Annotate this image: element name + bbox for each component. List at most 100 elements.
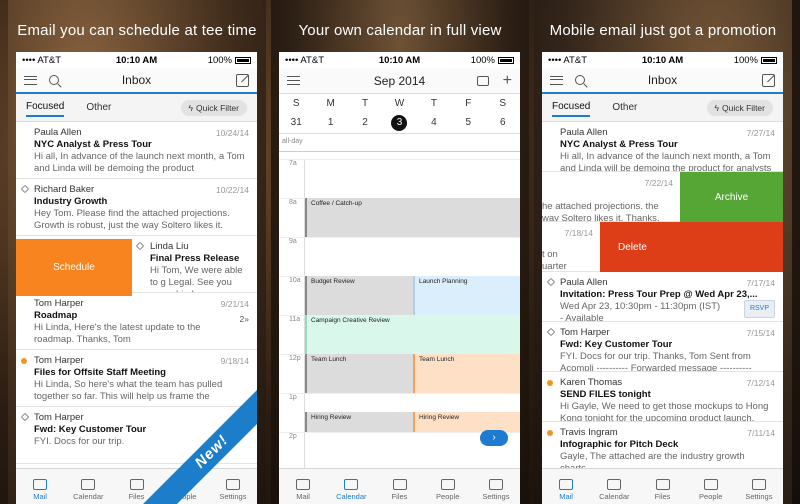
tab-people[interactable]: People — [424, 469, 472, 504]
mail-subject: Final Press Release — [150, 253, 240, 264]
list-item[interactable]: Tom Harper Files for Offsite Staff Meeti… — [16, 350, 257, 407]
mail-preview: Hi all, In advance of the launch next mo… — [560, 151, 772, 172]
tab-other[interactable]: Other — [612, 99, 637, 116]
today-marker: 3 — [391, 114, 408, 131]
tab-mail[interactable]: Mail — [16, 469, 64, 504]
date-cell[interactable]: 4 — [417, 117, 451, 128]
menu-icon[interactable] — [550, 75, 563, 85]
date-cell[interactable]: 2 — [348, 117, 382, 128]
day-grid: 7a 8a 9a 10a 11a 12p 1p 2p Coffee / Catc… — [279, 159, 520, 468]
mail-preview: Hi all, In advance of the launch next mo… — [34, 151, 245, 174]
event-team-lunch[interactable]: Team Lunch — [413, 354, 520, 393]
mail-sender: Karen Thomas — [560, 377, 623, 388]
list-item[interactable]: Tom Harper Roadmap Hi Linda, Here's the … — [16, 293, 257, 350]
tab-files[interactable]: Files — [638, 469, 686, 504]
event-launch-planning[interactable]: Launch Planning — [413, 276, 520, 315]
delete-swipe-action[interactable]: Delete — [600, 222, 783, 272]
clock: 10:10 AM — [641, 54, 684, 66]
tab-people[interactable]: People — [687, 469, 735, 504]
list-item[interactable]: Karen Thomas SEND FILES tonight Hi Gayle… — [542, 372, 783, 422]
mail-date: 7/17/14 — [746, 278, 775, 288]
hour-label: 1p — [279, 393, 520, 401]
bottom-tab-bar: Mail Calendar Files People Settings — [279, 468, 520, 504]
clock: 10:10 AM — [115, 54, 158, 66]
mail-sender: Tom Harper — [560, 327, 610, 338]
next-arrow-button[interactable]: › — [480, 430, 508, 446]
mail-date: 9/18/14 — [220, 356, 249, 366]
tab-other[interactable]: Other — [86, 99, 111, 116]
mail-icon — [296, 479, 311, 490]
week-dates: 31 1 2 3 4 5 6 — [279, 112, 520, 134]
date-cell[interactable]: 31 — [279, 117, 313, 128]
tab-calendar[interactable]: Calendar — [327, 469, 375, 504]
event-coffee[interactable]: Coffee / Catch-up — [305, 198, 520, 237]
search-icon[interactable] — [575, 75, 585, 85]
settings-icon — [488, 479, 503, 490]
weekday-header: S M T W T F S — [279, 94, 520, 112]
tab-mail[interactable]: Mail — [279, 469, 327, 504]
event-team-lunch[interactable]: Team Lunch — [305, 354, 413, 393]
status-bar: •••• AT&T 10:10 AM 100% — [542, 52, 783, 68]
tab-focused[interactable]: Focused — [26, 98, 65, 117]
mail-preview: Hi Gayle, We need to get those mockups t… — [560, 401, 769, 422]
list-item[interactable]: Tom Harper Fwd: Key Customer Tour FYI. D… — [542, 322, 783, 372]
list-item[interactable]: Richard Baker Industry Growth Hey Tom. P… — [16, 179, 257, 236]
compose-icon[interactable] — [236, 73, 249, 87]
unread-dot — [21, 358, 27, 364]
archive-swipe-action[interactable]: Archive — [680, 172, 783, 222]
calendar-icon — [607, 479, 622, 490]
tab-mail[interactable]: Mail — [542, 469, 590, 504]
date-cell[interactable]: 1 — [313, 117, 347, 128]
weekday-label: T — [362, 97, 369, 109]
add-event-icon[interactable]: + — [503, 72, 512, 89]
tab-focused[interactable]: Focused — [552, 98, 591, 117]
list-item[interactable]: Travis Ingram Infographic for Pitch Deck… — [542, 422, 783, 472]
tab-label: Files — [128, 492, 145, 501]
search-icon[interactable] — [49, 75, 59, 85]
list-item[interactable]: Paula Allen Invitation: Press Tour Prep … — [542, 272, 783, 322]
weekday-label: S — [499, 97, 507, 109]
list-item[interactable]: Paula Allen NYC Analyst & Press Tour Hi … — [16, 122, 257, 179]
tab-label: Settings — [219, 492, 247, 501]
tab-settings[interactable]: Settings — [735, 469, 783, 504]
mail-date: 7/27/14 — [746, 128, 775, 138]
menu-icon[interactable] — [24, 75, 37, 85]
mail-subject: SEND FILES tonight — [560, 389, 651, 400]
compose-icon[interactable] — [762, 73, 775, 87]
file-icon — [655, 479, 670, 490]
menu-icon[interactable] — [287, 76, 300, 85]
mail-date: 7/12/14 — [746, 378, 775, 388]
tab-calendar[interactable]: Calendar — [64, 469, 112, 504]
event-hiring-review[interactable]: Hiring Review — [305, 412, 413, 432]
event-budget-review[interactable]: Budget Review — [305, 276, 413, 315]
promo-panel-promotion: Mobile email just got a promotion •••• A… — [534, 0, 792, 504]
list-item[interactable]: Paula Allen NYC Analyst & Press Tour Hi … — [542, 122, 783, 172]
schedule-swipe-action[interactable]: Schedule — [16, 239, 132, 296]
tab-label: Calendar — [336, 492, 367, 501]
event-hiring-review[interactable]: Hiring Review — [413, 412, 520, 432]
quick-filter-button[interactable]: ϟ Quick Filter — [706, 99, 773, 116]
tab-settings[interactable]: Settings — [209, 469, 257, 504]
quick-filter-label: Quick Filter — [196, 102, 239, 113]
event-campaign-review[interactable]: Campaign Creative Review — [305, 315, 520, 354]
tab-calendar[interactable]: Calendar — [590, 469, 638, 504]
tab-files[interactable]: Files — [375, 469, 423, 504]
mail-sender: Travis Ingram — [560, 427, 618, 438]
rsvp-button[interactable]: RSVP — [743, 300, 775, 318]
mail-icon — [33, 479, 48, 490]
attachment-icon — [135, 241, 145, 251]
mail-sender: Tom Harper — [34, 412, 84, 423]
mail-sender: Paula Allen — [560, 127, 608, 138]
tab-settings[interactable]: Settings — [472, 469, 520, 504]
mail-date: 7/15/14 — [746, 328, 775, 338]
weekday-label: T — [430, 97, 437, 109]
quick-filter-button[interactable]: ϟ Quick Filter — [180, 99, 247, 116]
mail-sender: Linda Liu — [150, 241, 189, 252]
hour-label: 9a — [279, 237, 520, 245]
mail-preview: he attached projections. the way Soltero… — [542, 201, 660, 222]
lightning-icon: ϟ — [188, 102, 194, 113]
view-toggle-icon[interactable] — [476, 75, 489, 86]
date-cell[interactable]: 5 — [451, 117, 485, 128]
date-cell-today[interactable]: 3 — [382, 114, 416, 131]
date-cell[interactable]: 6 — [486, 117, 520, 128]
